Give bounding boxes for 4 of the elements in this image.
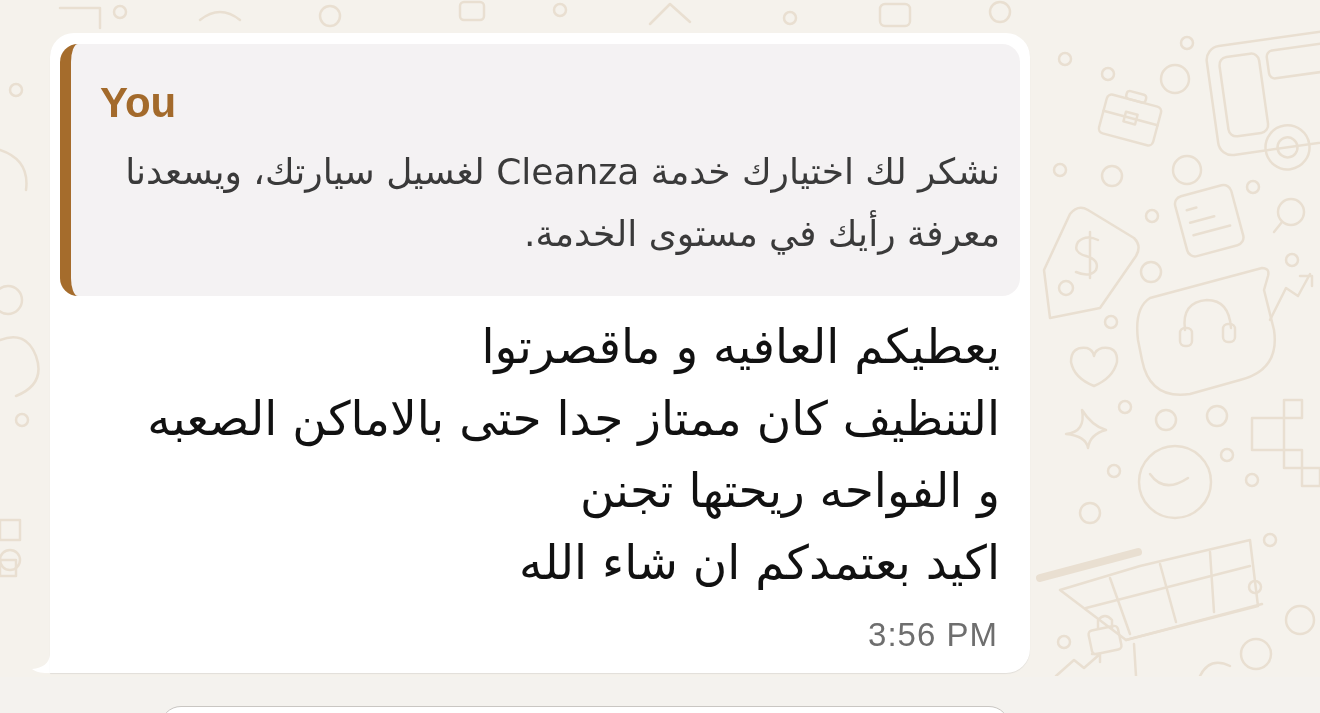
message-text: يعطيكم العافيه و ماقصرتوا التنظيف كان ممتاز جدا حتى بالاماكن الصعبه و الفواحه ريحتها تجنن اكيد بعتمدكم ان شاء الله [146, 318, 1000, 592]
quote-author: You [100, 79, 177, 127]
quote-text: نشكر لك اختيارك خدمة Cleanza لغسيل سيارتك، ويسعدنا معرفة رأيك في مستوى الخدمة. [124, 150, 1000, 257]
message-time: 3:56 PM [868, 617, 998, 653]
